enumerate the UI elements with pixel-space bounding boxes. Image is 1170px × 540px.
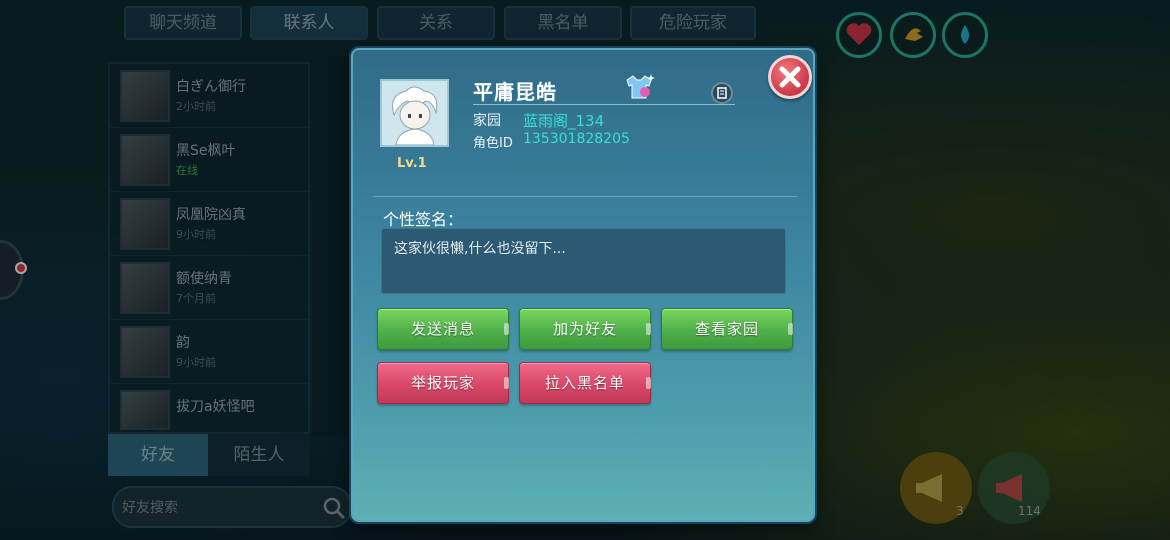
report-player-button[interactable]: 举报玩家 [377,362,509,404]
home-label: 家园 [473,113,501,129]
block-player-label: 拉入黑名单 [544,374,625,392]
block-player-button[interactable]: 拉入黑名单 [519,362,651,404]
role-id-value: 135301828205 [523,131,630,147]
send-message-label: 发送消息 [410,320,475,338]
report-player-label: 举报玩家 [410,374,475,392]
name-divider [473,104,735,105]
player-name: 平庸昆皓 [473,80,557,104]
add-friend-button[interactable]: 加为好友 [519,308,651,350]
add-friend-label: 加为好友 [552,320,617,338]
avatar-character-icon [392,86,438,146]
signature-box: 这家伙很懒,什么也没留下... [381,228,786,294]
outfit-icon[interactable] [621,72,657,102]
button-notch [504,377,509,389]
role-id-label: 角色ID [473,136,513,151]
copy-icon[interactable] [711,82,733,104]
button-notch [504,323,509,335]
button-notch [646,377,651,389]
view-home-label: 查看家园 [694,320,759,338]
button-notch [788,323,793,335]
view-home-button[interactable]: 查看家园 [661,308,793,350]
signature-title: 个性签名： [383,210,464,229]
close-icon [779,66,801,88]
player-level: Lv.1 [397,156,427,171]
button-notch [646,323,651,335]
send-message-button[interactable]: 发送消息 [377,308,509,350]
signature-text: 这家伙很懒,什么也没留下... [394,241,566,257]
close-button[interactable] [768,55,812,99]
home-value[interactable]: 蓝雨阁_134 [523,110,604,131]
section-divider [373,196,797,197]
player-avatar [380,79,449,147]
player-profile-dialog: Lv.1 平庸昆皓 家园 蓝雨阁_134 角色ID 135301828205 个… [351,48,815,522]
